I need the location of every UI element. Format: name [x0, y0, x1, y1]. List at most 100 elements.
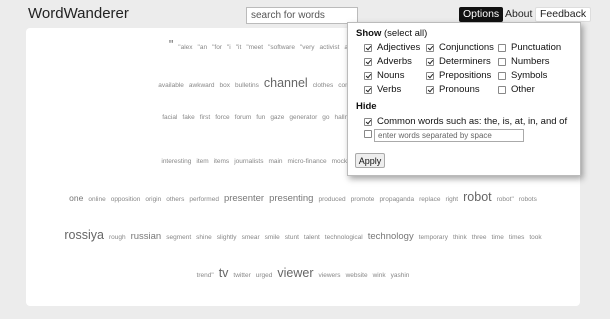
- cloud-word[interactable]: tv: [219, 266, 229, 280]
- pos-option-prepositions[interactable]: Prepositions: [426, 70, 491, 81]
- cloud-word[interactable]: activist: [320, 44, 340, 51]
- pos-checkbox-conjunctions[interactable]: [426, 43, 434, 52]
- pos-option-verbs[interactable]: Verbs: [364, 84, 401, 95]
- cloud-word[interactable]: propaganda: [379, 196, 414, 203]
- cloud-word[interactable]: "meet: [246, 44, 263, 51]
- cloud-word[interactable]: "it: [236, 44, 242, 51]
- cloud-word[interactable]: rossiya: [64, 228, 104, 242]
- cloud-word[interactable]: first: [200, 114, 210, 121]
- cloud-word[interactable]: item: [196, 158, 208, 165]
- cloud-word[interactable]: promote: [351, 196, 375, 203]
- feedback-button[interactable]: Feedback: [535, 7, 592, 22]
- cloud-word[interactable]: presenting: [269, 193, 313, 204]
- cloud-word[interactable]: temporary: [419, 234, 448, 241]
- cloud-word[interactable]: slightly: [217, 234, 237, 241]
- pos-option-determiners[interactable]: Determiners: [426, 56, 491, 67]
- cloud-word[interactable]: presenter: [224, 193, 264, 204]
- cloud-word[interactable]: yashin: [391, 272, 410, 279]
- cloud-word[interactable]: robot": [497, 196, 514, 203]
- cloud-word[interactable]: produced: [318, 196, 345, 203]
- cloud-word[interactable]: online: [88, 196, 105, 203]
- pos-option-pronouns[interactable]: Pronouns: [426, 84, 480, 95]
- cloud-word[interactable]: main: [268, 158, 282, 165]
- cloud-word[interactable]: times: [509, 234, 525, 241]
- cloud-word[interactable]: stunt: [285, 234, 299, 241]
- cloud-word[interactable]: viewer: [277, 266, 313, 280]
- pos-checkbox-prepositions[interactable]: [426, 71, 434, 80]
- cloud-word[interactable]: "software: [268, 44, 295, 51]
- cloud-word[interactable]: smear: [242, 234, 260, 241]
- cloud-word[interactable]: performed: [189, 196, 219, 203]
- cloud-word[interactable]: bulletins: [235, 82, 259, 89]
- apply-button[interactable]: Apply: [355, 153, 385, 168]
- pos-option-nouns[interactable]: Nouns: [364, 70, 404, 81]
- cloud-word[interactable]: russian: [131, 231, 162, 242]
- cloud-word[interactable]: website: [346, 272, 368, 279]
- pos-option-adjectives[interactable]: Adjectives: [364, 42, 420, 53]
- cloud-word[interactable]: right: [445, 196, 458, 203]
- pos-checkbox-symbols[interactable]: [498, 71, 506, 80]
- pos-checkbox-determiners[interactable]: [426, 57, 434, 66]
- cloud-word[interactable]: technological: [325, 234, 363, 241]
- cloud-word[interactable]: urged: [256, 272, 273, 279]
- cloud-word[interactable]: twitter: [233, 272, 250, 279]
- search-input[interactable]: [246, 7, 358, 24]
- cloud-word[interactable]: opposition: [111, 196, 141, 203]
- exclude-words-option[interactable]: [364, 130, 372, 138]
- pos-checkbox-adverbs[interactable]: [364, 57, 372, 66]
- pos-checkbox-verbs[interactable]: [364, 85, 372, 94]
- about-link[interactable]: About: [501, 7, 536, 22]
- cloud-word[interactable]: box: [220, 82, 230, 89]
- cloud-word[interactable]: think: [453, 234, 467, 241]
- cloud-word[interactable]: time: [492, 234, 504, 241]
- cloud-word[interactable]: interesting: [161, 158, 191, 165]
- cloud-word[interactable]: origin: [145, 196, 161, 203]
- cloud-word[interactable]: "for: [212, 44, 222, 51]
- pos-checkbox-other[interactable]: [498, 85, 506, 94]
- pos-option-other[interactable]: Other: [498, 84, 535, 95]
- cloud-word[interactable]: awkward: [189, 82, 215, 89]
- cloud-word[interactable]: rough: [109, 234, 126, 241]
- cloud-word[interactable]: ": [169, 38, 173, 52]
- select-all-link[interactable]: (select all): [384, 28, 427, 39]
- exclude-words-checkbox[interactable]: [364, 130, 372, 138]
- cloud-word[interactable]: shine: [196, 234, 212, 241]
- cloud-word[interactable]: smile: [265, 234, 280, 241]
- exclude-words-input[interactable]: [374, 129, 524, 142]
- cloud-word[interactable]: technology: [368, 231, 414, 242]
- cloud-word[interactable]: others: [166, 196, 184, 203]
- cloud-word[interactable]: available: [158, 82, 184, 89]
- cloud-word[interactable]: segment: [166, 234, 191, 241]
- cloud-word[interactable]: "i: [227, 44, 231, 51]
- pos-option-numbers[interactable]: Numbers: [498, 56, 550, 67]
- cloud-word[interactable]: generator: [289, 114, 317, 121]
- cloud-word[interactable]: one: [69, 193, 83, 203]
- cloud-word[interactable]: "very: [300, 44, 315, 51]
- cloud-word[interactable]: viewers: [319, 272, 341, 279]
- cloud-word[interactable]: force: [215, 114, 229, 121]
- cloud-word[interactable]: micro-finance: [288, 158, 327, 165]
- cloud-word[interactable]: clothes: [313, 82, 334, 89]
- cloud-word[interactable]: go: [322, 114, 329, 121]
- cloud-word[interactable]: "alex: [178, 44, 192, 51]
- pos-checkbox-numbers[interactable]: [498, 57, 506, 66]
- cloud-word[interactable]: gaze: [270, 114, 284, 121]
- options-button[interactable]: Options: [459, 7, 504, 22]
- cloud-word[interactable]: fake: [182, 114, 194, 121]
- cloud-word[interactable]: channel: [264, 76, 308, 90]
- common-words-checkbox[interactable]: [364, 117, 372, 126]
- cloud-word[interactable]: items: [214, 158, 230, 165]
- cloud-word[interactable]: facial: [162, 114, 177, 121]
- cloud-word[interactable]: trend": [197, 272, 214, 279]
- common-words-option[interactable]: Common words such as: the, is, at, in, a…: [364, 116, 567, 127]
- cloud-word[interactable]: robot: [463, 190, 492, 204]
- cloud-word[interactable]: "an: [198, 44, 208, 51]
- cloud-word[interactable]: took: [529, 234, 541, 241]
- pos-option-punctuation[interactable]: Punctuation: [498, 42, 561, 53]
- pos-option-symbols[interactable]: Symbols: [498, 70, 547, 81]
- pos-checkbox-pronouns[interactable]: [426, 85, 434, 94]
- cloud-word[interactable]: wink: [373, 272, 386, 279]
- cloud-word[interactable]: talent: [304, 234, 320, 241]
- pos-checkbox-nouns[interactable]: [364, 71, 372, 80]
- pos-checkbox-punctuation[interactable]: [498, 43, 506, 52]
